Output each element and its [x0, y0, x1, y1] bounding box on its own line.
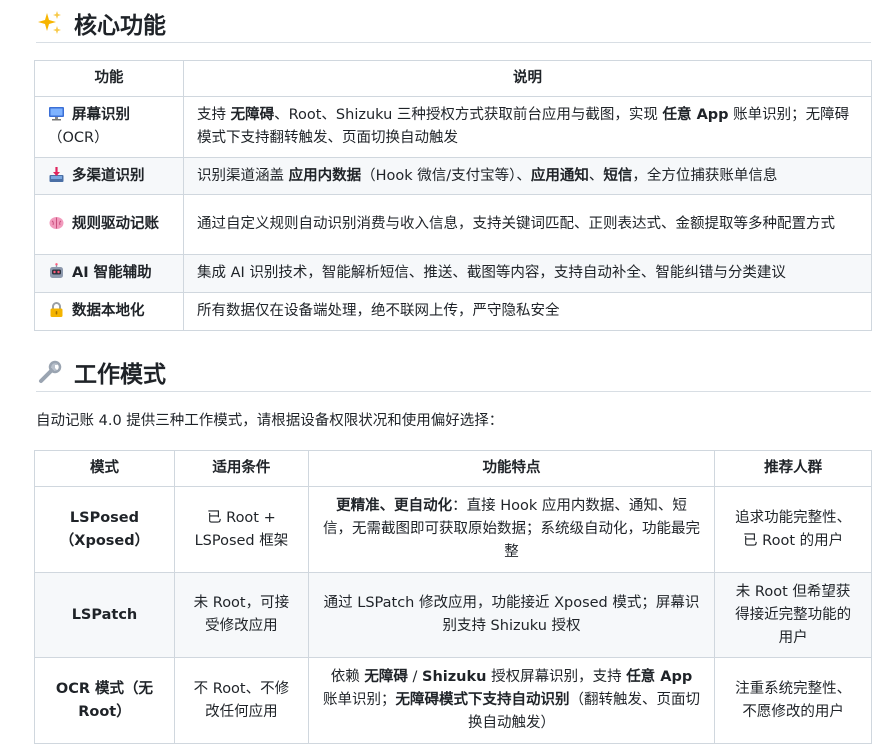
monitor-icon — [48, 105, 65, 122]
features-cell: 依赖 无障碍 / Shizuku 授权屏幕识别，支持 任意 App 账单识别；无… — [307, 657, 716, 744]
mode-cell: LSPatch — [34, 572, 175, 658]
robot-icon — [48, 263, 65, 280]
table-row: OCR 模式（无 Root） 不 Root、不修 改任何应用 依赖 无障碍 / Sh… — [34, 657, 872, 744]
description-cell: 集成 AI 识别技术，智能解析短信、推送、截图等内容，支持自动补全、智能纠错与分… — [182, 254, 873, 293]
work-modes-table: 模式 适用条件 功能特点 推荐人群 LSPosed （Xposed） 已 Root… — [34, 450, 872, 744]
condition-cell: 不 Root、不修 改任何应用 — [173, 657, 309, 744]
features-cell: 通过 LSPatch 修改应用，功能接近 Xposed 模式；屏幕识别支持 Sh… — [307, 572, 716, 658]
description-cell: 通过自定义规则自动识别消费与收入信息，支持关键词匹配、正则表达式、金额提取等多种… — [182, 194, 873, 255]
inbox-tray-icon — [48, 166, 65, 183]
feature-cell: 多渠道识别 — [34, 157, 184, 195]
column-header-features: 功能特点 — [307, 450, 716, 487]
wrench-icon — [36, 358, 66, 386]
core-features-table: 功能 说明 屏幕识别 （OCR） 支持 无障碍、Root、Shizuku 三种授… — [34, 60, 873, 331]
features-cell: 更精准、更自动化：直接 Hook 应用内数据、通知、短信，无需截图即可获取原始数… — [307, 486, 716, 573]
description-cell: 所有数据仅在设备端处理，绝不联网上传，严守隐私安全 — [182, 292, 873, 331]
mode-cell: OCR 模式（无 Root） — [34, 657, 175, 744]
table-row: 屏幕识别 （OCR） 支持 无障碍、Root、Shizuku 三种授权方式获取前… — [34, 96, 873, 158]
feature-cell: 数据本地化 — [34, 292, 184, 331]
table-row: 数据本地化 所有数据仅在设备端处理，绝不联网上传，严守隐私安全 — [34, 292, 873, 331]
mode-cell: LSPosed （Xposed） — [34, 486, 175, 573]
column-header-audience: 推荐人群 — [714, 450, 872, 487]
section-heading-core-features: 核心功能 — [36, 4, 871, 43]
table-row: 多渠道识别 识别渠道涵盖 应用内数据（Hook 微信/支付宝等）、应用通知、短信… — [34, 157, 873, 195]
audience-cell: 追求功能完整性、已 Root 的用户 — [714, 486, 872, 573]
section-title-text: 工作模式 — [74, 361, 166, 388]
work-modes-intro: 自动记账 4.0 提供三种工作模式，请根据设备权限状况和使用偏好选择： — [36, 413, 504, 429]
column-header-mode: 模式 — [34, 450, 175, 487]
brain-icon — [48, 214, 65, 231]
table-row: 规则驱动记账 通过自定义规则自动识别消费与收入信息，支持关键词匹配、正则表达式、… — [34, 194, 873, 255]
column-header-condition: 适用条件 — [173, 450, 309, 487]
feature-cell: 规则驱动记账 — [34, 194, 184, 255]
audience-cell: 注重系统完整性、 不愿修改的用户 — [714, 657, 872, 744]
lock-icon — [48, 301, 65, 318]
column-header-feature: 功能 — [34, 60, 184, 97]
feature-cell: AI 智能辅助 — [34, 254, 184, 293]
table-row: AI 智能辅助 集成 AI 识别技术，智能解析短信、推送、截图等内容，支持自动补… — [34, 254, 873, 293]
section-title-text: 核心功能 — [74, 13, 166, 39]
table-row: LSPosed （Xposed） 已 Root + LSPosed 框架 更精准、更… — [34, 486, 872, 573]
section-heading-work-modes: 工作模式 — [36, 352, 871, 392]
sparkles-icon — [36, 9, 66, 37]
condition-cell: 已 Root + LSPosed 框架 — [173, 486, 309, 573]
description-cell: 识别渠道涵盖 应用内数据（Hook 微信/支付宝等）、应用通知、短信，全方位捕获… — [182, 157, 873, 195]
description-cell: 支持 无障碍、Root、Shizuku 三种授权方式获取前台应用与截图，实现 任… — [182, 96, 873, 158]
table-row: LSPatch 未 Root，可接 受修改应用 通过 LSPatch 修改应用，功… — [34, 572, 872, 658]
feature-cell: 屏幕识别 （OCR） — [34, 96, 184, 158]
audience-cell: 未 Root 但希望获 得接近完整功能的 用户 — [714, 572, 872, 658]
condition-cell: 未 Root，可接 受修改应用 — [173, 572, 309, 658]
column-header-description: 说明 — [182, 60, 873, 97]
